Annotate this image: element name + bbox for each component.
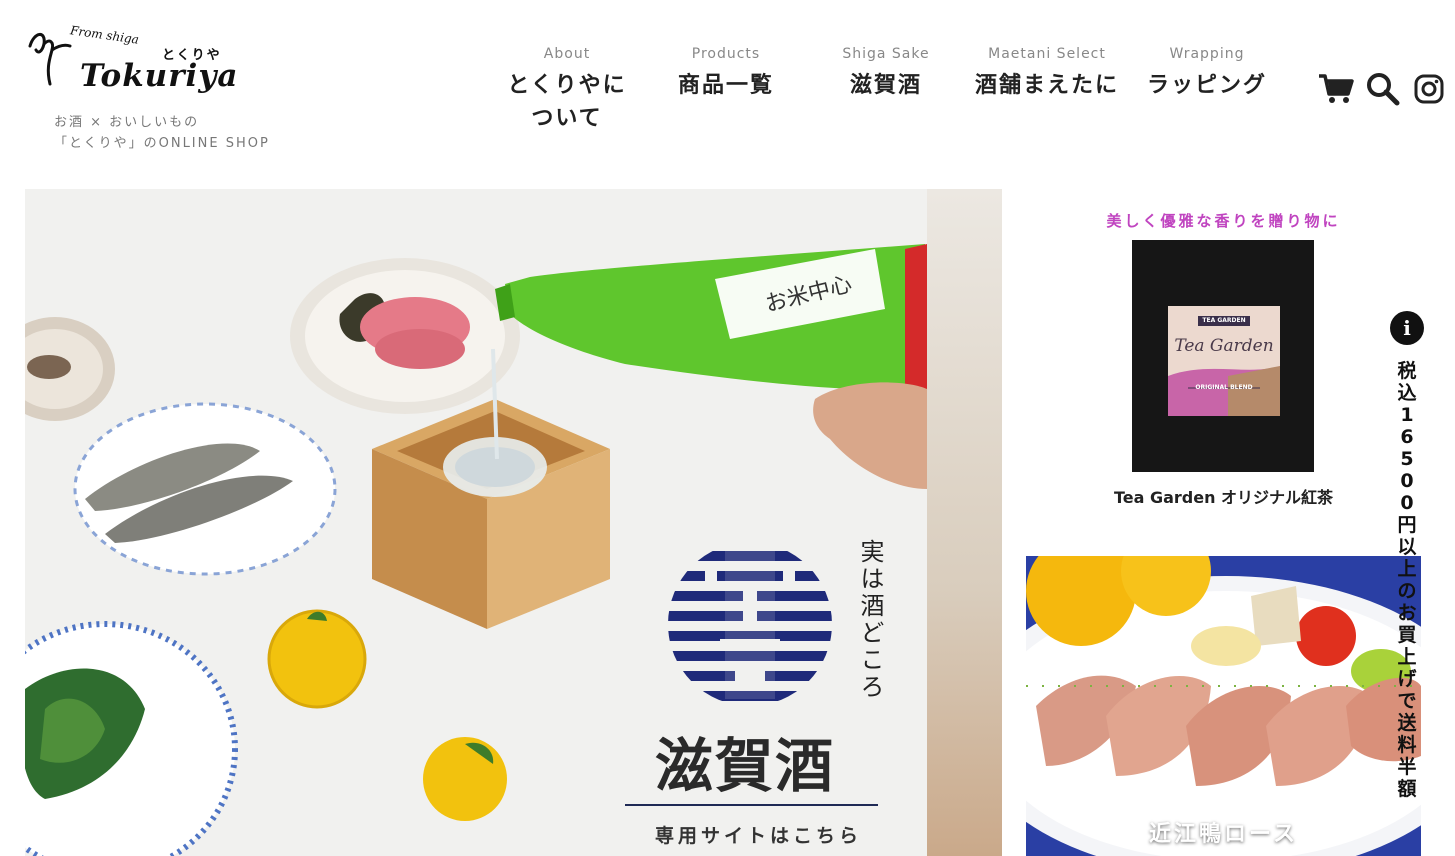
nav-item-maetani-select[interactable]: Maetani Select 酒舗まえたに	[968, 44, 1126, 102]
promo-caption: Tea Garden オリジナル紅茶	[1113, 488, 1334, 507]
tea-package-image: TEA GARDEN Tea Garden ORIGINAL BLEND	[1132, 240, 1314, 472]
tea-package-label: TEA GARDEN Tea Garden ORIGINAL BLEND	[1168, 306, 1280, 416]
hero-vertical-text: 実は酒どころ	[856, 539, 884, 701]
tea-pack-subtitle: ORIGINAL BLEND	[1195, 384, 1253, 391]
hero-title: 滋賀酒	[655, 732, 836, 800]
nav-item-wrapping[interactable]: Wrapping ラッピング	[1142, 44, 1272, 102]
nav-item-ja-label: 滋賀酒	[849, 73, 922, 98]
nav-item-en-label: Products	[691, 46, 761, 62]
nav-item-products[interactable]: Products 商品一覧	[666, 44, 786, 102]
nav-item-ja-label: 酒舗まえたに	[974, 73, 1119, 98]
cart-icon[interactable]	[1318, 73, 1354, 109]
hero-divider	[625, 804, 878, 806]
tagline-line-2: 「とくりや」のONLINE SHOP	[54, 136, 270, 151]
hero-cta-link[interactable]: 専用サイトはこちら	[655, 821, 862, 848]
nav-item-shiga-sake[interactable]: Shiga Sake 滋賀酒	[831, 44, 941, 102]
nav-item-en-label: About	[543, 46, 591, 62]
info-icon[interactable]: i	[1390, 311, 1424, 345]
promo-catchcopy: 美しく優雅な香りを贈り物に	[1106, 212, 1341, 230]
instagram-icon[interactable]	[1414, 74, 1444, 108]
promo-caption: 近江鴨ロース	[1149, 822, 1298, 847]
tea-pack-title: Tea Garden	[1174, 336, 1274, 356]
site-logo[interactable]: From shiga とくりや Tokuriya	[24, 22, 237, 100]
nav-item-en-label: Wrapping	[1169, 46, 1245, 62]
promo-omi-duck[interactable]: 近江鴨ロース	[1026, 556, 1421, 856]
nav-item-en-label: Shiga Sake	[842, 46, 930, 62]
nav-item-ja-label: ラッピング	[1146, 73, 1267, 98]
duck-roast-photo	[1026, 556, 1421, 856]
nav-item-en-label: Maetani Select	[988, 46, 1106, 62]
site-tagline: お酒 × おいしいもの 「とくりや」のONLINE SHOP	[54, 112, 270, 154]
nav-item-about[interactable]: About とくりやについて	[497, 44, 637, 135]
promo-tea-garden[interactable]: 美しく優雅な香りを贈り物に TEA GARDEN Tea Garden ORIG…	[1026, 190, 1421, 520]
hero-banner-shiga-sake[interactable]: お米中心 実は酒どころ 滋賀酒 専用サイトはこちら	[25, 189, 1002, 856]
tagline-line-1: お酒 × おいしいもの	[54, 115, 200, 130]
nav-item-ja-label: とくりやについて	[507, 73, 627, 131]
hero-photo: お米中心	[25, 244, 927, 856]
shiga-sake-emblem-icon	[668, 549, 832, 701]
nav-item-ja-label: 商品一覧	[677, 73, 774, 98]
hero-side-strip	[927, 189, 1002, 856]
shipping-notice: 税込16500円以上のお買上げで送料半額	[1397, 360, 1417, 800]
tea-pack-brand: TEA GARDEN	[1202, 317, 1246, 324]
logo-name-text: Tokuriya	[80, 58, 239, 94]
search-icon[interactable]	[1366, 72, 1400, 110]
